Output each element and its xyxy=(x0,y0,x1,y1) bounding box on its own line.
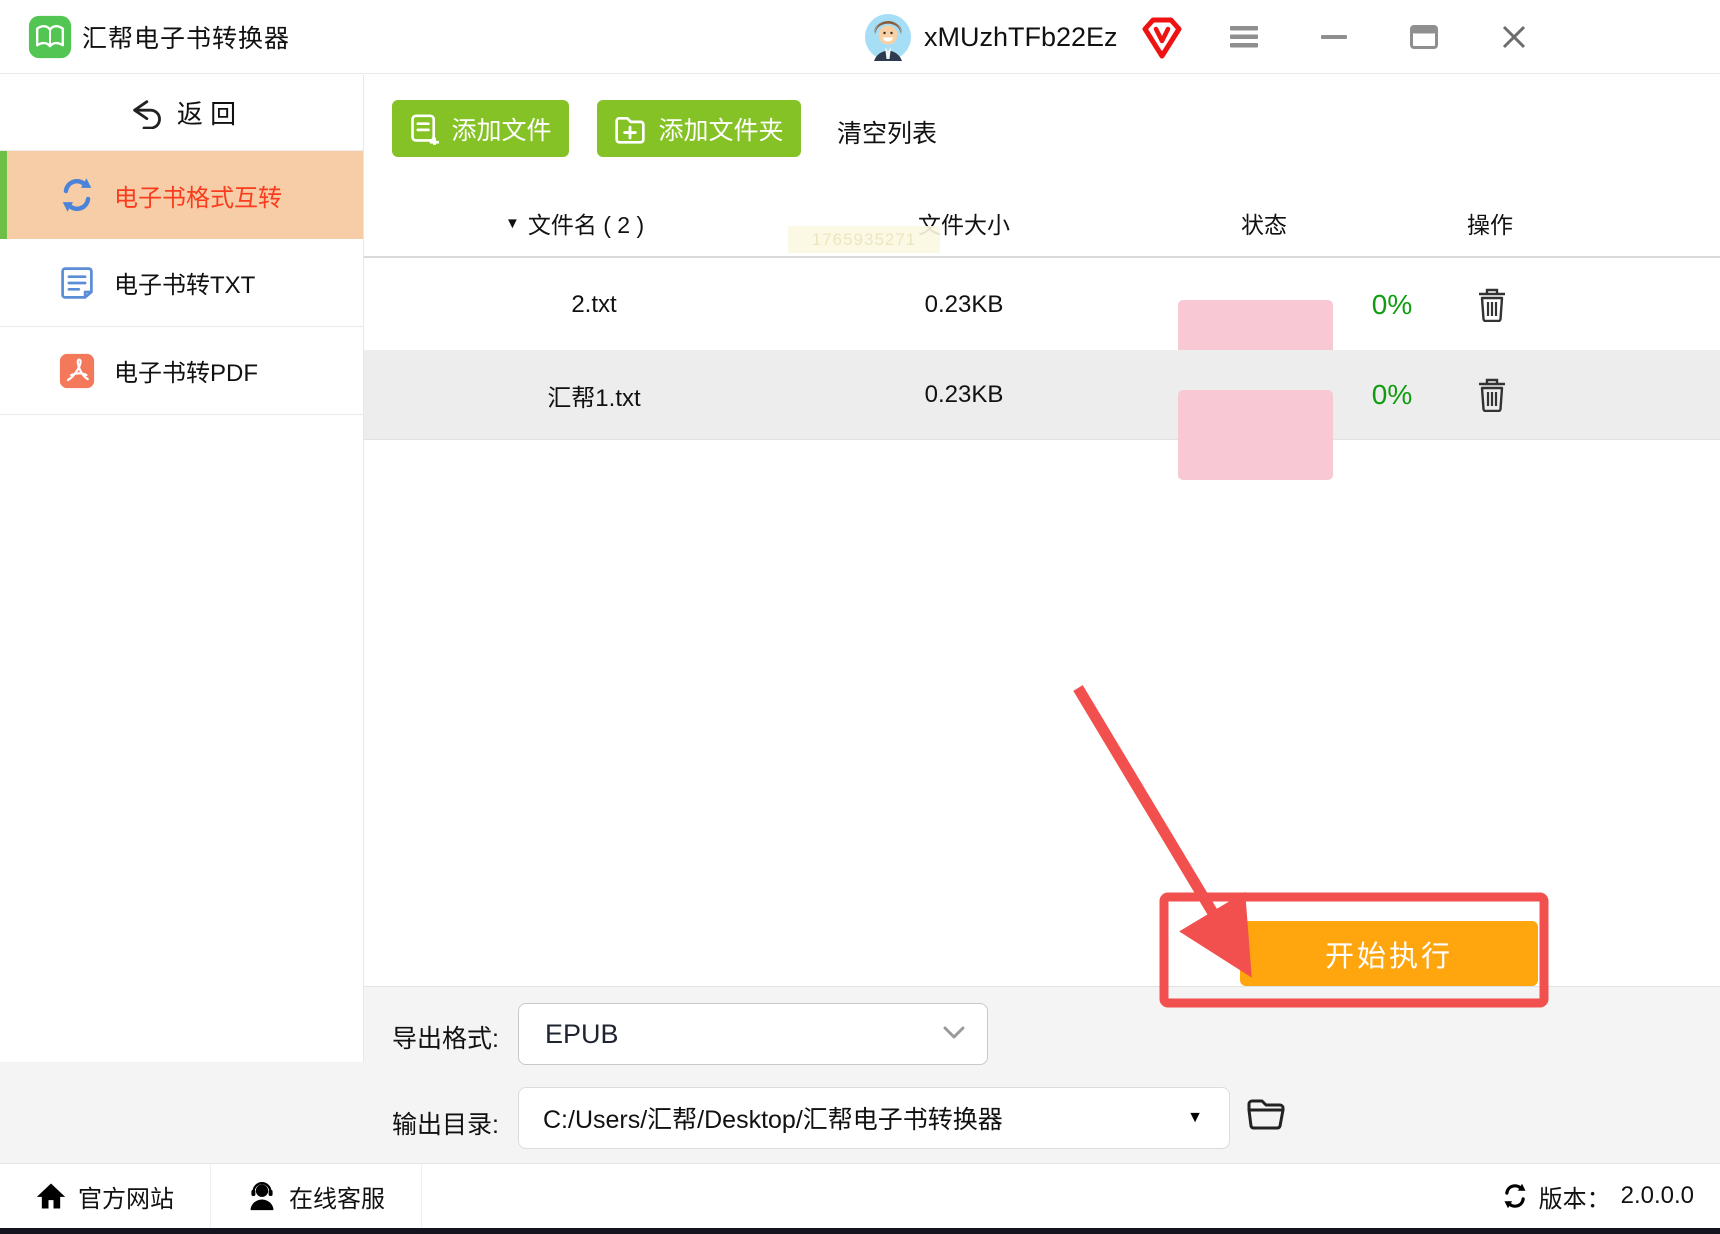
sidebar: 返 回 电子书格式互转 电子书转TXT 电子书转PDF xyxy=(0,75,364,1062)
sidebar-item-to-txt[interactable]: 电子书转TXT xyxy=(0,239,363,327)
back-arrow-icon xyxy=(127,97,161,129)
version-value: 2.0.0.0 xyxy=(1620,1182,1694,1209)
update-sync-icon xyxy=(1501,1182,1529,1210)
chevron-down-icon xyxy=(943,1026,965,1040)
column-header-filename[interactable]: ▼ 文件名 ( 2 ) xyxy=(505,190,644,256)
file-size: 0.23KB xyxy=(924,381,1004,408)
file-name: 2.txt xyxy=(571,291,617,318)
column-header-status: 状态 xyxy=(1241,212,1287,238)
sidebar-item-format-convert[interactable]: 电子书格式互转 xyxy=(0,151,363,239)
export-format-value: EPUB xyxy=(545,1018,619,1049)
watermark: 1765935271 xyxy=(788,226,940,253)
table-header: ▼ 文件名 ( 2 ) 文件大小 状态 操作 xyxy=(364,190,1720,258)
delete-row-button[interactable] xyxy=(1464,260,1520,350)
clear-list-button[interactable]: 清空列表 xyxy=(837,114,937,150)
add-folder-button[interactable]: 添加文件夹 xyxy=(597,100,801,157)
user-avatar[interactable] xyxy=(864,13,912,61)
bottom-panel: 导出格式: EPUB 输出目录: C:/Users/汇帮/Desktop/汇帮电… xyxy=(364,986,1720,1163)
file-size: 0.23KB xyxy=(924,291,1004,318)
back-button[interactable]: 返 回 xyxy=(0,75,363,151)
table-row: 2.txt 0.23KB 0% xyxy=(364,260,1720,390)
output-dir-select[interactable]: C:/Users/汇帮/Desktop/汇帮电子书转换器 ▼ xyxy=(518,1087,1230,1149)
output-dir-value: C:/Users/汇帮/Desktop/汇帮电子书转换器 xyxy=(543,1106,1003,1134)
add-file-label: 添加文件 xyxy=(451,116,552,145)
app-title: 汇帮电子书转换器 xyxy=(82,25,291,53)
progress-percent: 0% xyxy=(1371,289,1413,320)
file-name: 汇帮1.txt xyxy=(547,384,641,412)
footer: 官方网站 在线客服 版本： 2.0.0.0 xyxy=(0,1163,1720,1229)
minimize-button[interactable] xyxy=(1312,0,1356,74)
back-label: 返 回 xyxy=(176,99,237,129)
titlebar: 汇帮电子书转换器 xMUzhTFb22Ez xyxy=(0,0,1720,74)
column-header-action: 操作 xyxy=(1467,212,1513,238)
bottom-left-fill xyxy=(0,1062,364,1163)
sync-icon xyxy=(58,176,96,214)
sidebar-item-label: 电子书转TXT xyxy=(114,272,256,299)
dropdown-triangle-icon: ▼ xyxy=(1187,1109,1203,1126)
sidebar-item-to-pdf[interactable]: 电子书转PDF xyxy=(0,327,363,415)
table-row: 汇帮1.txt 0.23KB 0% xyxy=(364,350,1720,480)
export-format-label: 导出格式: xyxy=(392,1025,499,1053)
version-label: 版本： xyxy=(1538,1185,1611,1213)
home-icon xyxy=(36,1181,66,1211)
sidebar-item-label: 电子书格式互转 xyxy=(114,184,282,212)
sort-descending-icon: ▼ xyxy=(505,214,520,232)
sidebar-item-label: 电子书转PDF xyxy=(114,360,258,387)
app-logo-book-icon xyxy=(28,15,72,59)
progress-percent: 0% xyxy=(1371,379,1413,410)
start-execute-button[interactable]: 开始执行 xyxy=(1240,921,1538,986)
add-folder-label: 添加文件夹 xyxy=(658,116,784,145)
maximize-button[interactable] xyxy=(1402,0,1446,74)
online-support-link[interactable]: 在线客服 xyxy=(211,1163,422,1229)
browse-folder-icon[interactable] xyxy=(1246,1097,1286,1131)
vip-badge-icon[interactable] xyxy=(1142,17,1182,59)
file-list-panel: 添加文件 添加文件夹 清空列表 ▼ 文件名 ( 2 ) 文件大小 状态 操作 1… xyxy=(364,74,1720,986)
pdf-icon xyxy=(58,352,96,390)
official-website-link[interactable]: 官方网站 xyxy=(0,1163,211,1229)
output-dir-label: 输出目录: xyxy=(392,1111,499,1139)
add-folder-icon xyxy=(614,114,646,144)
version-check[interactable]: 版本： 2.0.0.0 xyxy=(1501,1179,1720,1214)
export-format-select[interactable]: EPUB xyxy=(518,1003,988,1065)
close-button[interactable] xyxy=(1492,0,1536,74)
txt-document-icon xyxy=(58,264,96,302)
progress-bar xyxy=(1178,390,1333,480)
delete-row-button[interactable] xyxy=(1464,350,1520,440)
menu-icon[interactable] xyxy=(1222,0,1266,74)
desktop-edge-strip xyxy=(0,1228,1720,1234)
username[interactable]: xMUzhTFb22Ez xyxy=(924,0,1118,74)
add-file-button[interactable]: 添加文件 xyxy=(392,100,569,157)
headset-person-icon xyxy=(247,1181,277,1211)
add-file-icon xyxy=(409,113,440,145)
